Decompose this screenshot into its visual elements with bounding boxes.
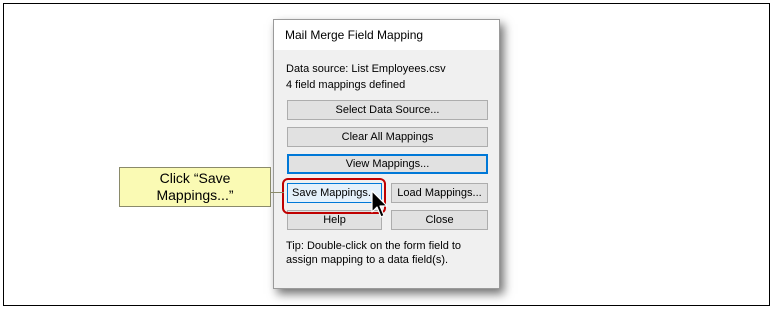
callout-connector (270, 192, 284, 193)
clear-all-mappings-button[interactable]: Clear All Mappings (287, 127, 488, 147)
load-mappings-button[interactable]: Load Mappings... (391, 183, 488, 203)
tip-text: Tip: Double-click on the form field to a… (286, 240, 462, 266)
data-source-label: Data source: List Employees.csv (286, 63, 446, 75)
dialog-title: Mail Merge Field Mapping (285, 28, 424, 42)
view-mappings-button[interactable]: View Mappings... (287, 154, 488, 174)
mail-merge-dialog: Mail Merge Field Mapping Data source: Li… (273, 19, 500, 289)
close-button[interactable]: Close (391, 210, 488, 230)
instruction-callout: Click “Save Mappings...” (119, 167, 271, 207)
callout-text: Click “Save Mappings...” (156, 170, 234, 203)
mapping-count-label: 4 field mappings defined (286, 79, 406, 91)
select-data-source-button[interactable]: Select Data Source... (287, 100, 488, 120)
dialog-titlebar: Mail Merge Field Mapping (274, 20, 499, 50)
mouse-pointer-icon (371, 190, 388, 218)
